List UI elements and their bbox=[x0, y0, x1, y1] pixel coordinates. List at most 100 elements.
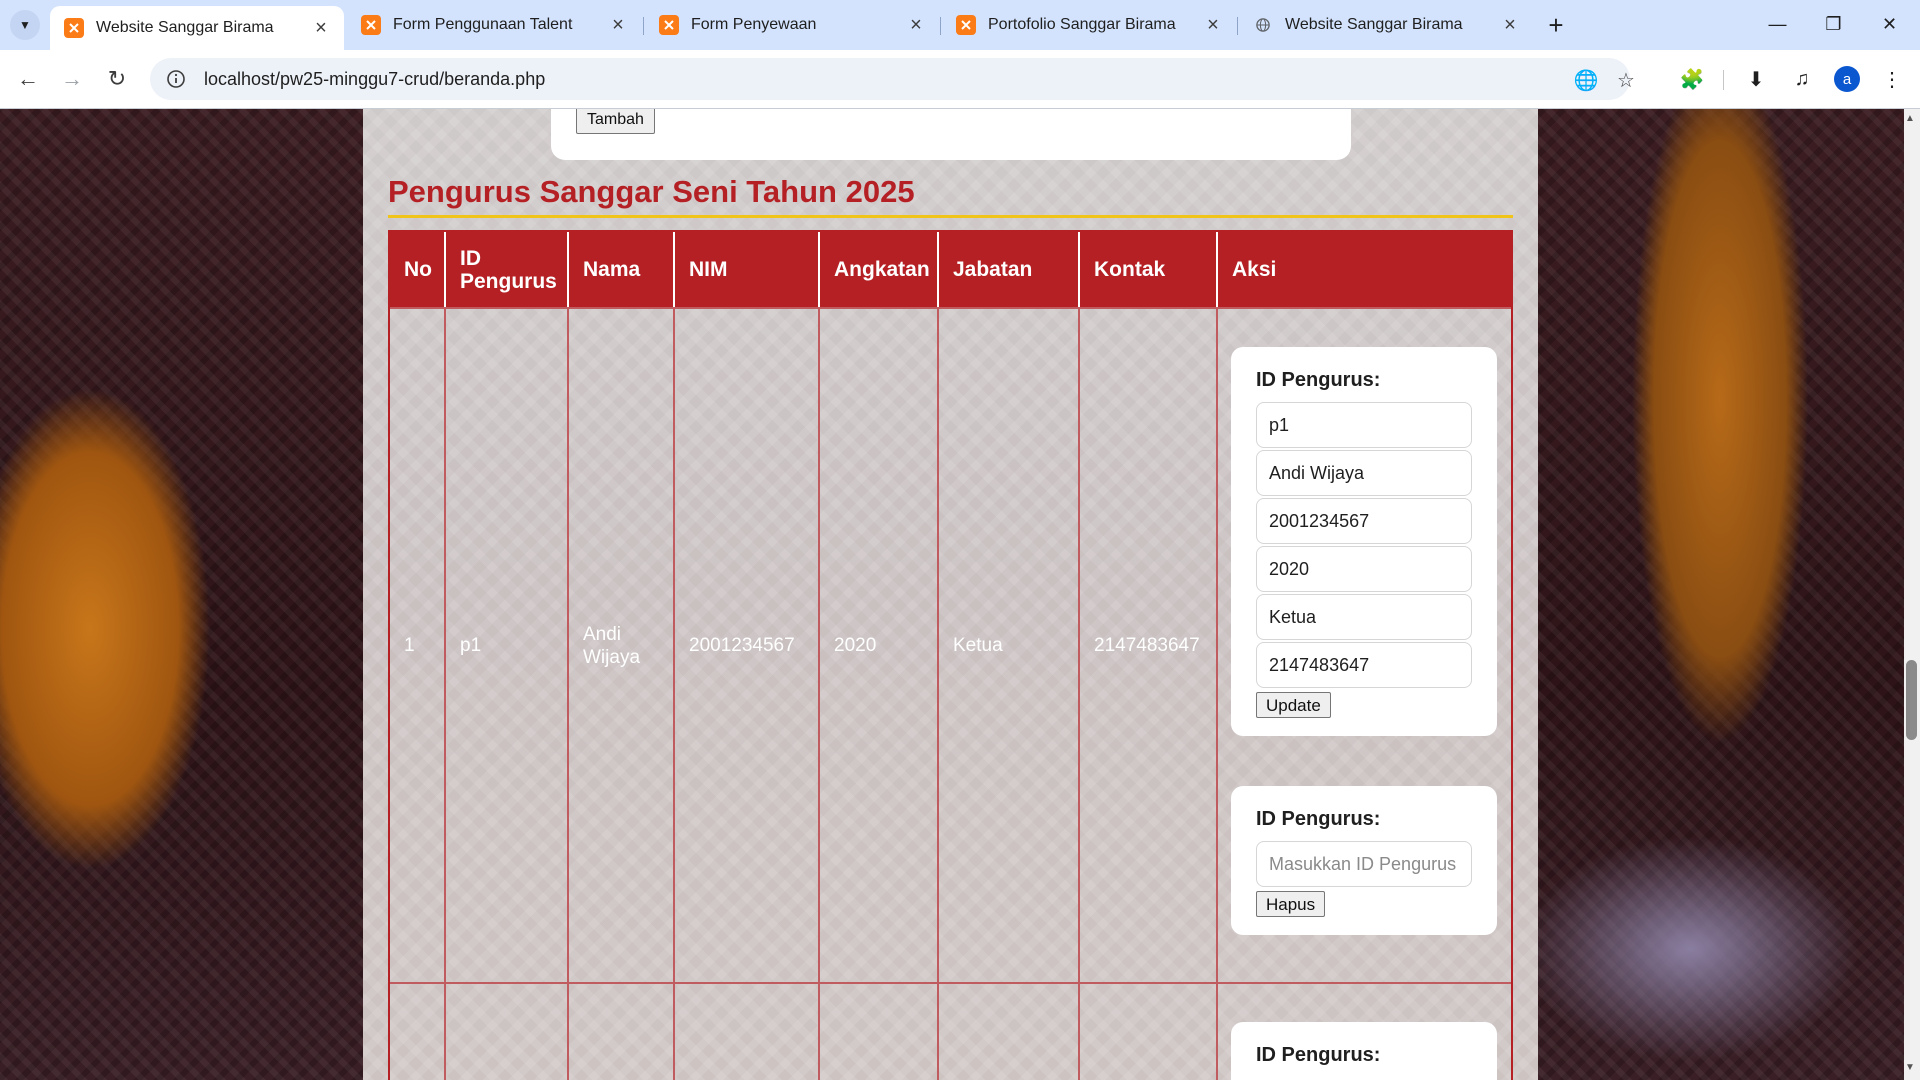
angkatan-field[interactable]: 2020 bbox=[1256, 546, 1472, 592]
arrow-right-icon: → bbox=[61, 66, 83, 91]
arrow-left-icon: ← bbox=[17, 66, 39, 91]
tab-divider bbox=[1237, 17, 1238, 35]
scroll-down-icon[interactable]: ▼ bbox=[1905, 1062, 1915, 1073]
minimize-icon: — bbox=[1768, 13, 1787, 34]
cell-aksi: ID Pengurus: p1 Andi Wijaya 2001234567 2… bbox=[1218, 309, 1511, 982]
xampp-icon bbox=[956, 15, 976, 35]
restore-icon: ❐ bbox=[1825, 13, 1842, 34]
cell-angkatan: 2020 bbox=[820, 309, 939, 982]
section-title: Pengurus Sanggar Seni Tahun 2025 bbox=[388, 174, 915, 209]
tab-website-sanggar-birama[interactable]: Website Sanggar Birama × bbox=[50, 6, 344, 50]
nim-field[interactable]: 2001234567 bbox=[1256, 498, 1472, 544]
delete-id-field[interactable]: Masukkan ID Pengurus bbox=[1256, 841, 1472, 887]
cell-nama: Andi Wijaya bbox=[569, 309, 675, 982]
browser-toolbar: ← → ↻ localhost/pw25-minggu7-crud/berand… bbox=[0, 50, 1920, 109]
update-form-label: ID Pengurus: bbox=[1256, 1044, 1381, 1066]
tab-title: Form Penggunaan Talent bbox=[393, 16, 573, 33]
add-button[interactable]: Tambah bbox=[576, 109, 655, 134]
menu-kebab-icon[interactable]: ⋮ bbox=[1876, 63, 1908, 95]
close-window-button[interactable]: ✕ bbox=[1862, 0, 1917, 48]
scrollbar-thumb[interactable] bbox=[1906, 660, 1917, 740]
update-form-label: ID Pengurus: bbox=[1256, 369, 1381, 391]
update-form: ID Pengurus: p1 Andi Wijaya 2001234567 2… bbox=[1231, 347, 1497, 736]
close-icon: ✕ bbox=[1881, 13, 1898, 34]
back-button[interactable]: ← bbox=[12, 63, 44, 95]
delete-form: ID Pengurus: Masukkan ID Pengurus Hapus bbox=[1231, 786, 1497, 935]
update-button[interactable]: Update bbox=[1256, 692, 1331, 718]
cell-nim bbox=[675, 984, 820, 1080]
address-bar[interactable]: localhost/pw25-minggu7-crud/beranda.php … bbox=[150, 58, 1635, 100]
tab-title: Website Sanggar Birama bbox=[96, 19, 274, 36]
title-divider bbox=[388, 215, 1513, 218]
delete-form-label: ID Pengurus: bbox=[1256, 808, 1381, 830]
tab-divider bbox=[643, 17, 644, 35]
media-control-icon[interactable]: ♫ bbox=[1786, 63, 1818, 95]
close-icon[interactable]: × bbox=[905, 14, 927, 36]
page-scrollbar[interactable] bbox=[1904, 109, 1920, 1080]
url-text: localhost/pw25-minggu7-crud/beranda.php bbox=[204, 68, 546, 89]
cell-jabatan bbox=[939, 984, 1080, 1080]
plus-icon: + bbox=[1548, 9, 1564, 40]
minimize-button[interactable]: — bbox=[1750, 0, 1805, 48]
close-icon[interactable]: × bbox=[310, 17, 332, 39]
cell-no: 1 bbox=[390, 309, 446, 982]
reload-icon: ↻ bbox=[107, 66, 127, 91]
kontak-field[interactable]: 2147483647 bbox=[1256, 642, 1472, 688]
tab-title: Portofolio Sanggar Birama bbox=[988, 16, 1176, 33]
tab-form-penggunaan-talent[interactable]: Form Penggunaan Talent × bbox=[347, 6, 641, 44]
translate-icon[interactable]: 🌐 bbox=[1572, 66, 1600, 94]
table-header: No ID Pengurus Nama NIM Angkatan Jabatan… bbox=[390, 232, 1511, 307]
star-icon[interactable]: ☆ bbox=[1612, 66, 1640, 94]
chevron-down-icon: ▼ bbox=[19, 18, 31, 32]
header-nama: Nama bbox=[569, 232, 675, 307]
xampp-icon bbox=[361, 15, 381, 35]
update-form: ID Pengurus: bbox=[1231, 1022, 1497, 1080]
header-kontak: Kontak bbox=[1080, 232, 1218, 307]
restore-button[interactable]: ❐ bbox=[1806, 0, 1861, 48]
avatar[interactable]: a bbox=[1834, 66, 1860, 92]
header-aksi: Aksi bbox=[1232, 258, 1277, 281]
tab-search-button[interactable]: ▼ bbox=[10, 10, 40, 40]
extensions-icon[interactable]: 🧩 bbox=[1676, 63, 1708, 95]
header-no: No bbox=[390, 232, 446, 307]
table-row: ID Pengurus: bbox=[390, 982, 1511, 1080]
xampp-icon bbox=[64, 18, 84, 38]
cell-nim: 2001234567 bbox=[675, 309, 820, 982]
xampp-icon bbox=[659, 15, 679, 35]
header-nim: NIM bbox=[675, 232, 820, 307]
tab-portofolio-sanggar-birama[interactable]: Portofolio Sanggar Birama × bbox=[942, 6, 1236, 44]
tab-form-penyewaan[interactable]: Form Penyewaan × bbox=[645, 6, 939, 44]
pengurus-table: No ID Pengurus Nama NIM Angkatan Jabatan… bbox=[388, 230, 1513, 1080]
cell-jabatan: Ketua bbox=[939, 309, 1080, 982]
close-icon[interactable]: × bbox=[1499, 14, 1521, 36]
cell-id: p1 bbox=[446, 309, 569, 982]
jabatan-field[interactable]: Ketua bbox=[1256, 594, 1472, 640]
cell-id bbox=[446, 984, 569, 1080]
reload-button[interactable]: ↻ bbox=[101, 63, 133, 95]
toolbar-divider bbox=[1723, 70, 1724, 90]
globe-icon bbox=[1253, 15, 1273, 35]
download-icon[interactable]: ⬇ bbox=[1740, 63, 1772, 95]
cell-no bbox=[390, 984, 446, 1080]
close-icon[interactable]: × bbox=[607, 14, 629, 36]
header-id-pengurus: ID Pengurus bbox=[446, 232, 569, 307]
close-icon[interactable]: × bbox=[1202, 14, 1224, 36]
cell-nama bbox=[569, 984, 675, 1080]
id-pengurus-field[interactable]: p1 bbox=[1256, 402, 1472, 448]
nama-field[interactable]: Andi Wijaya bbox=[1256, 450, 1472, 496]
tab-strip: ▼ Website Sanggar Birama × Form Pengguna… bbox=[0, 0, 1920, 50]
cell-angkatan bbox=[820, 984, 939, 1080]
cell-kontak bbox=[1080, 984, 1218, 1080]
header-jabatan: Jabatan bbox=[939, 232, 1080, 307]
scroll-up-icon[interactable]: ▲ bbox=[1905, 113, 1915, 124]
add-form-card bbox=[551, 109, 1351, 160]
header-angkatan: Angkatan bbox=[820, 232, 939, 307]
new-tab-button[interactable]: + bbox=[1541, 10, 1571, 40]
tab-title: Website Sanggar Birama bbox=[1285, 16, 1463, 33]
forward-button[interactable]: → bbox=[56, 63, 88, 95]
cell-aksi: ID Pengurus: bbox=[1218, 984, 1511, 1080]
tab-title: Form Penyewaan bbox=[691, 16, 817, 33]
site-info-icon[interactable] bbox=[162, 65, 190, 93]
delete-button[interactable]: Hapus bbox=[1256, 891, 1326, 917]
tab-website-sanggar-birama-2[interactable]: Website Sanggar Birama × bbox=[1239, 6, 1533, 44]
